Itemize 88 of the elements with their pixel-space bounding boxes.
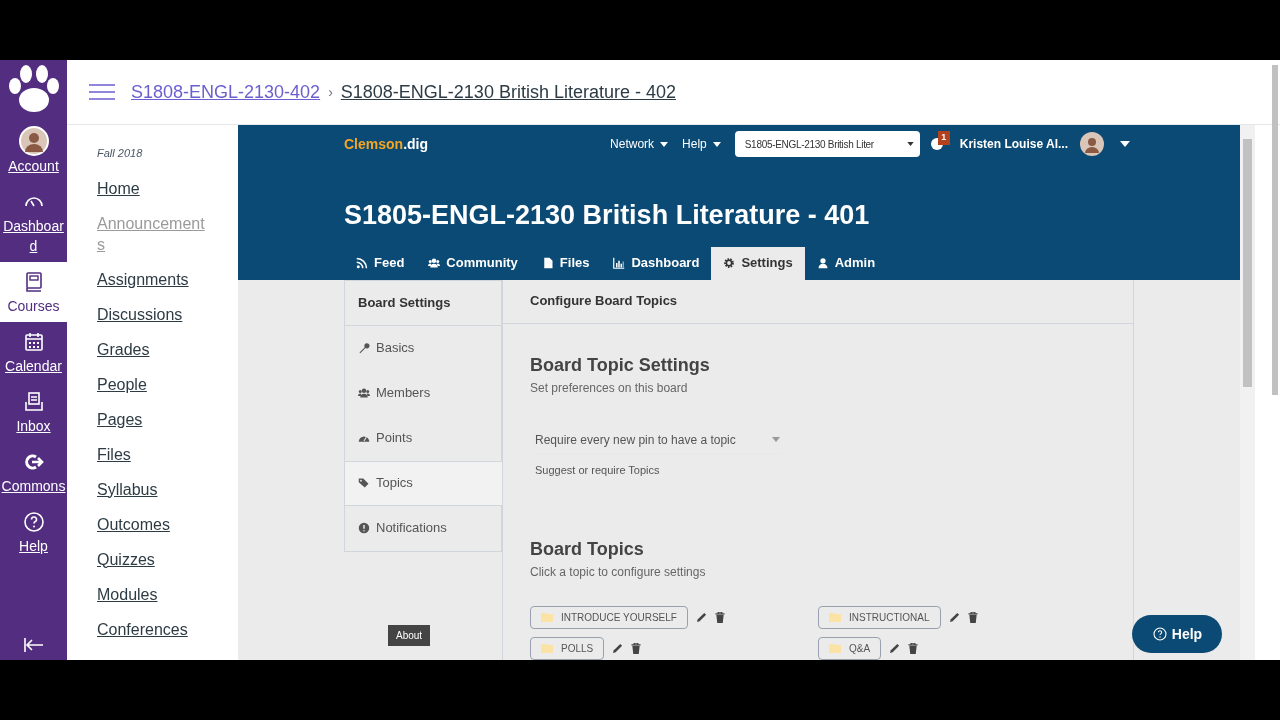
sidebar-item[interactable]: Notifications xyxy=(345,505,501,551)
tags-icon xyxy=(358,477,370,489)
sidebar-item[interactable]: Basics xyxy=(345,325,501,371)
nav-item[interactable]: Courses xyxy=(0,262,67,322)
sidebar-heading: Board Settings xyxy=(345,280,501,326)
collapse-icon[interactable] xyxy=(22,636,45,654)
breadcrumb-link[interactable]: S1808-ENGL-2130-402 xyxy=(131,78,321,106)
pencil-icon[interactable] xyxy=(948,612,960,623)
notification-badge: 1 xyxy=(937,131,950,145)
course-nav-link[interactable]: Grades xyxy=(97,338,207,360)
pencil-icon[interactable] xyxy=(889,643,901,654)
section-title: Board Topics xyxy=(530,538,645,561)
caret-icon xyxy=(712,141,721,147)
course-nav-link[interactable]: Pages xyxy=(97,408,207,430)
course-nav-link[interactable]: Discussions xyxy=(97,303,207,325)
course-nav-link[interactable]: Home xyxy=(97,177,207,199)
nav-item[interactable]: Inbox xyxy=(0,382,67,442)
course-nav-link[interactable]: Outcomes xyxy=(97,513,207,535)
alert-icon xyxy=(358,522,370,534)
nav-item[interactable]: Account xyxy=(0,120,67,182)
course-nav-link[interactable]: Conferences xyxy=(97,618,207,640)
settings-icon xyxy=(723,257,736,269)
sidebar-item[interactable]: Points xyxy=(345,415,501,461)
nav-tab[interactable]: Dashboard xyxy=(601,246,712,280)
caret-icon[interactable] xyxy=(1120,141,1130,147)
help-button[interactable]: Help xyxy=(1132,615,1222,653)
course-nav-link[interactable]: Modules xyxy=(97,583,207,605)
nav-item[interactable]: Commons xyxy=(0,442,67,502)
caret-icon xyxy=(660,141,669,147)
field-hint: Suggest or require Topics xyxy=(535,462,661,478)
breadcrumb-link[interactable]: S1808-ENGL-2130 British Literature - 402 xyxy=(340,78,676,106)
menu-icon[interactable] xyxy=(89,83,115,101)
nav-item[interactable]: Calendar xyxy=(0,322,67,382)
course-select[interactable]: S1805-ENGL-2130 British Liter xyxy=(734,131,920,157)
course-title: S1805-ENGL-2130 British Literature - 401 xyxy=(344,199,870,232)
nav-item[interactable]: Dashboard xyxy=(0,182,67,262)
avatar-icon[interactable] xyxy=(1080,132,1104,156)
trash-icon[interactable] xyxy=(631,643,642,654)
sidebar-item[interactable]: Members xyxy=(345,370,501,416)
sidebar-item[interactable]: Topics xyxy=(345,460,502,506)
topic-tag[interactable]: INTRODUCE YOURSELF xyxy=(530,606,688,629)
trash-icon[interactable] xyxy=(714,612,725,623)
help-icon xyxy=(1151,626,1168,642)
nav-tab[interactable]: Settings xyxy=(711,246,805,280)
scrollbar-thumb[interactable] xyxy=(1243,139,1252,387)
topic-tag[interactable]: INSTRUCTIONAL xyxy=(818,606,941,629)
section-subtitle: Set preferences on this board xyxy=(530,379,689,397)
wrench-icon xyxy=(358,342,370,354)
user-icon xyxy=(816,257,829,269)
folder-icon xyxy=(829,613,841,622)
folder-icon xyxy=(541,613,553,622)
users-icon xyxy=(358,387,370,399)
course-nav-link[interactable]: Syllabus xyxy=(97,478,207,500)
dropdown-menu[interactable]: Help xyxy=(682,135,721,153)
users-icon xyxy=(428,257,441,269)
app-logo[interactable]: Clemson.dig xyxy=(344,133,428,155)
avatar-icon xyxy=(18,126,49,156)
trash-icon[interactable] xyxy=(908,643,919,654)
nav-tab[interactable]: Community xyxy=(416,246,530,280)
folder-icon xyxy=(829,644,841,653)
caret-icon xyxy=(772,437,780,442)
term-label: Fall 2018 xyxy=(97,146,144,161)
nav-tab[interactable]: Files xyxy=(529,246,602,280)
course-nav-link[interactable]: Quizzes xyxy=(97,548,207,570)
section-title: Board Topic Settings xyxy=(530,353,711,377)
nav-tab[interactable]: Feed xyxy=(344,246,417,280)
panel-heading: Configure Board Topics xyxy=(503,278,1133,324)
nav-item[interactable]: Help xyxy=(0,502,67,562)
trash-icon[interactable] xyxy=(967,612,978,623)
help-icon xyxy=(21,510,46,534)
nav-tab[interactable]: Admin xyxy=(804,246,888,280)
folder-icon xyxy=(541,644,553,653)
scrollbar-thumb[interactable] xyxy=(1272,65,1278,395)
rss-icon xyxy=(356,257,368,269)
about-button[interactable]: About xyxy=(388,624,431,646)
caret-icon xyxy=(906,142,914,146)
pencil-icon[interactable] xyxy=(695,612,707,623)
course-nav-link[interactable]: Assignments xyxy=(97,268,207,290)
file-icon xyxy=(541,257,554,269)
topic-dropdown[interactable]: Require every new pin to have a topic xyxy=(535,430,780,454)
breadcrumb-separator: › xyxy=(328,82,333,102)
section-subtitle: Click a topic to configure settings xyxy=(530,564,707,581)
course-nav-link[interactable]: Files xyxy=(97,443,207,465)
pencil-icon[interactable] xyxy=(612,643,624,654)
user-name[interactable]: Kristen Louise Al... xyxy=(959,135,1068,153)
bar-chart-icon xyxy=(613,257,626,269)
course-nav-link[interactable]: People xyxy=(97,373,207,395)
dropdown-menu[interactable]: Network xyxy=(610,135,669,153)
